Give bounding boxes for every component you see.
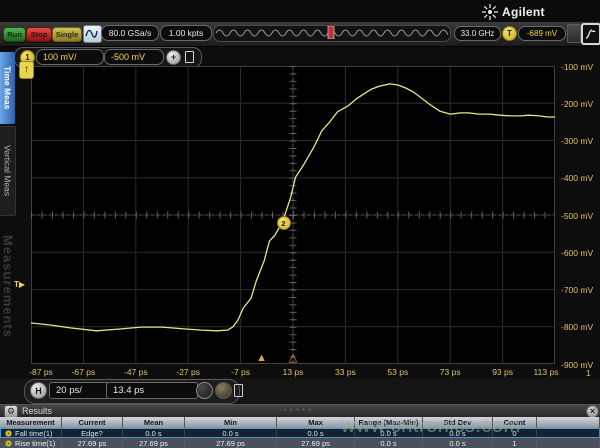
voltage-tick-label: -400 mV	[561, 173, 593, 183]
voltage-tick-label: -300 mV	[561, 136, 593, 146]
edge-marker-filled-icon[interactable]: ▲	[256, 353, 267, 364]
voltage-axis-labels: -100 mV-200 mV-300 mV-400 mV-500 mV-600 …	[560, 66, 600, 366]
results-row-rise-time[interactable]: Rise time(1)27.69 ps27.69 ps27.69 ps27.6…	[0, 438, 600, 448]
probe-config-icon[interactable]	[185, 51, 194, 63]
time-tick-label: 53 ps	[387, 367, 408, 377]
sidebar-tab-time-meas[interactable]: Time Meas	[0, 52, 15, 124]
waveform-plot[interactable]	[31, 66, 555, 364]
voltage-tick-label: -600 mV	[561, 248, 593, 258]
measurement-value-cell: 1	[493, 438, 537, 448]
trigger-edge-icon	[585, 28, 597, 40]
voltage-tick-label: -700 mV	[561, 285, 593, 295]
stop-button[interactable]: Stop	[26, 27, 52, 42]
sample-rate-field[interactable]: 80.0 GSa/s	[101, 25, 159, 41]
measurement-name-cell: Rise time(1)	[0, 438, 62, 448]
run-button[interactable]: Run	[3, 27, 26, 42]
time-tick-label: 73 ps	[440, 367, 461, 377]
voltage-tick-label: -100 mV	[561, 62, 593, 72]
acquisition-waveform-icon	[214, 26, 448, 39]
measurement-value-cell: 27.69 ps	[62, 438, 123, 448]
time-tick-label: -87 ps	[29, 367, 53, 377]
zoom-toggle-icon[interactable]	[196, 382, 213, 399]
oscilloscope-app: Agilent Run Stop Single 80.0 GSa/s 1.00 …	[0, 0, 600, 448]
measurement-value-cell: Edge?	[62, 428, 123, 438]
results-column-header[interactable]: Measurement	[0, 417, 62, 428]
timebase-scale-field[interactable]: 20 ps/	[49, 382, 109, 399]
channel-scale-field[interactable]: 100 mV/	[36, 49, 104, 65]
measurement-value-cell: 0.0 s	[423, 438, 493, 448]
sidebar-tab-vertical-meas[interactable]: Vertical Meas	[0, 126, 16, 216]
measurement-value-cell: 0.0 s	[185, 428, 277, 438]
waveform-graticule	[31, 66, 555, 364]
measurement-source-icon	[5, 430, 12, 437]
timebase-position-field[interactable]: 13.4 ps	[106, 382, 198, 399]
display-settings-button[interactable]	[83, 25, 102, 43]
bandwidth-field[interactable]: 33.0 GHz	[454, 26, 501, 41]
results-column-header[interactable]: Min	[185, 417, 277, 428]
panel-layout-icon[interactable]	[234, 384, 243, 397]
measurement-source-icon	[5, 440, 12, 447]
agilent-starburst-icon	[481, 3, 499, 21]
waveform-display-icon	[84, 26, 99, 40]
brand-logo-text: Agilent	[502, 5, 545, 19]
ground-reference-marker[interactable]: ↑	[19, 61, 34, 79]
measurement-value-cell: 27.69 ps	[277, 438, 355, 448]
trigger-edge-button[interactable]	[581, 23, 600, 45]
results-column-header[interactable]: Current	[62, 417, 123, 428]
acquisition-position-strip[interactable]	[213, 25, 451, 42]
time-tick-label: 113 ps	[534, 367, 559, 377]
measurement-name-cell: Fall time(1)	[0, 428, 62, 438]
trigger-level-field[interactable]: -689 mV	[518, 26, 566, 41]
time-tick-label: 33 ps	[335, 367, 356, 377]
results-drag-handle[interactable]: ·····	[283, 404, 315, 415]
trigger-mode-button[interactable]	[567, 24, 581, 43]
measurement-value-cell	[537, 428, 600, 438]
measurement-value-cell: 0.0 s	[355, 438, 423, 448]
horizontal-badge[interactable]: H	[30, 382, 47, 399]
site-watermark: www.cntronics.com	[341, 415, 521, 438]
time-axis-labels: -87 ps -67 ps -47 ps -27 ps -7 ps 13 ps 33 ps 5…	[0, 367, 600, 378]
time-tick-label: 13 ps	[283, 367, 304, 377]
measurement-value-cell: 0.0 s	[123, 428, 185, 438]
waveform-point-marker[interactable]: 2	[277, 216, 291, 230]
measurement-value-cell: 27.69 ps	[185, 438, 277, 448]
measurement-value-cell: 27.69 ps	[123, 438, 185, 448]
voltage-tick-label: -500 mV	[561, 211, 593, 221]
results-title: Results	[22, 406, 52, 416]
time-tick-label: 93 ps	[492, 367, 513, 377]
trigger-level-marker[interactable]: T▶	[14, 280, 25, 289]
single-button[interactable]: Single	[52, 27, 82, 42]
voltage-tick-label: -800 mV	[561, 322, 593, 332]
edge-marker-hollow-icon[interactable]: △	[289, 353, 297, 364]
time-tick-label: -47 ps	[124, 367, 148, 377]
time-tick-label: -27 ps	[176, 367, 200, 377]
results-column-header[interactable]	[537, 417, 600, 428]
channel-offset-field[interactable]: -500 mV	[104, 49, 164, 65]
trigger-badge[interactable]: T	[502, 26, 517, 41]
corner-channel-label: 1	[586, 368, 591, 378]
time-tick-label: -67 ps	[72, 367, 96, 377]
voltage-tick-label: -200 mV	[561, 99, 593, 109]
add-channel-button[interactable]: +	[166, 50, 181, 65]
intensity-knob-icon[interactable]	[215, 382, 232, 399]
results-column-header[interactable]: Mean	[123, 417, 185, 428]
measurement-value-cell	[537, 438, 600, 448]
memory-depth-field[interactable]: 1.00 kpts	[160, 25, 212, 41]
time-tick-label: -7 ps	[231, 367, 250, 377]
